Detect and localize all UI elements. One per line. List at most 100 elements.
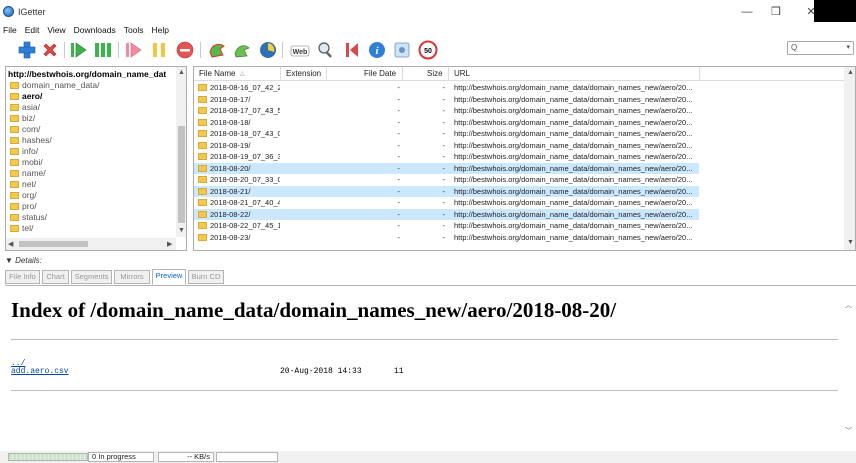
tab-chart[interactable]: Chart (42, 270, 69, 284)
table-row[interactable]: 2018-08-22/- - http://bestwhois.org/domain… (194, 208, 699, 220)
folder-tree[interactable]: http://bestwhois.org/domain_name_dat dom… (5, 66, 187, 251)
tab-file-info[interactable]: File Info (5, 270, 40, 284)
search-input[interactable]: Q ▾ (787, 41, 854, 55)
speed-limit-icon[interactable]: 50 (418, 40, 438, 60)
column-divider[interactable] (326, 67, 327, 81)
chevron-down-icon[interactable]: ▾ (846, 43, 850, 51)
column-divider[interactable] (280, 67, 281, 81)
tree-item[interactable]: asia/ (10, 102, 40, 112)
table-row[interactable]: 2018-08-19/- - http://bestwhois.org/domain… (194, 140, 699, 151)
web-icon[interactable]: Web (290, 40, 310, 60)
status-extra (216, 452, 278, 462)
column-file-name[interactable]: File Name (199, 69, 235, 78)
tab-burn-cd[interactable]: Burn CD (188, 270, 224, 284)
scroll-up-icon[interactable]: ▲ (178, 69, 185, 76)
folder-icon (198, 164, 207, 172)
menu-file[interactable]: File (0, 24, 21, 37)
tree-root-url[interactable]: http://bestwhois.org/domain_name_dat (8, 69, 166, 79)
options-icon[interactable] (392, 40, 412, 60)
tree-item[interactable]: info/ (10, 146, 38, 156)
tree-item[interactable]: mobi/ (10, 157, 43, 167)
menu-downloads[interactable]: Downloads (70, 24, 120, 37)
folder-icon (10, 81, 19, 89)
folder-icon (198, 95, 207, 103)
scroll-down-icon[interactable]: ▼ (178, 227, 185, 234)
tab-preview[interactable]: Preview (152, 269, 186, 285)
menu-help[interactable]: Help (148, 24, 173, 37)
tree-horizontal-scrollbar[interactable]: ◀ ▶ (6, 238, 176, 250)
tree-item[interactable]: biz/ (10, 113, 35, 123)
table-row[interactable]: 2018-08-23/- - http://bestwhois.org/domain… (194, 232, 699, 243)
scroll-up-icon[interactable]: ▲ (847, 69, 854, 76)
scroll-down-icon[interactable]: ﹀ (845, 426, 852, 436)
scheduler-icon[interactable] (207, 40, 227, 60)
table-row[interactable]: 2018-08-18_07_43_06/--http://bestwhois.o… (194, 128, 699, 139)
minimize-button[interactable]: — (731, 2, 763, 22)
preview-scrollbar[interactable]: ︿ ﹀ (841, 286, 856, 446)
cell-file-date: - (397, 152, 401, 161)
table-row[interactable]: 2018-08-19_07_36_36/--http://bestwhois.o… (194, 151, 699, 162)
cell-url: http://bestwhois.org/domain_name_data/do… (454, 117, 693, 127)
table-row[interactable]: 2018-08-17/- - http://bestwhois.org/domain… (194, 94, 699, 105)
table-row[interactable]: 2018-08-21_07_40_41/--http://bestwhois.o… (194, 197, 699, 208)
tree-item[interactable]: tel/ (10, 223, 33, 233)
scroll-thumb[interactable] (19, 241, 88, 247)
tree-item[interactable]: hashes/ (10, 135, 52, 145)
column-url[interactable]: URL (454, 69, 470, 78)
folder-icon (198, 233, 207, 241)
table-row[interactable]: 2018-08-21/- - http://bestwhois.org/domain… (194, 185, 699, 197)
scroll-thumb[interactable] (178, 126, 185, 223)
table-row[interactable]: 2018-08-16_07_42_29/--http://bestwhois.o… (194, 82, 699, 93)
file-link[interactable]: add.aero.csv (11, 367, 69, 376)
tree-item[interactable]: com/ (10, 124, 40, 134)
tree-item[interactable]: org/ (10, 190, 37, 200)
details-toggle[interactable]: ▼ Details: (5, 256, 42, 265)
file-list[interactable]: File Name △ Extension File Date Size URL… (193, 66, 856, 251)
menu-edit[interactable]: Edit (21, 24, 44, 37)
search-icon[interactable] (316, 40, 336, 60)
cell-url: http://bestwhois.org/domain_name_data/do… (454, 221, 693, 230)
tree-item[interactable]: domain_name_data/ (10, 80, 100, 90)
add-icon[interactable] (17, 40, 37, 60)
column-divider[interactable] (448, 67, 449, 81)
tree-item-selected[interactable]: aero/ (10, 91, 42, 101)
table-row[interactable]: 2018-08-18/- - http://bestwhois.org/domain… (194, 117, 699, 128)
tab-mirrors[interactable]: Mirrors (114, 270, 150, 284)
toolbar-separator (200, 42, 201, 58)
menu-view[interactable]: View (43, 24, 69, 37)
delete-icon[interactable] (40, 40, 60, 60)
resume-icon[interactable] (123, 40, 143, 60)
pause-icon[interactable] (149, 40, 169, 60)
scroll-up-icon[interactable]: ︿ (845, 300, 852, 310)
tree-vertical-scrollbar[interactable]: ▲ ▼ (176, 67, 186, 237)
table-row[interactable]: 2018-08-17_07_43_57/--http://bestwhois.o… (194, 105, 699, 116)
column-divider[interactable] (699, 67, 700, 81)
start-all-icon[interactable] (93, 40, 113, 60)
tree-item[interactable]: net/ (10, 179, 36, 189)
scroll-left-icon[interactable]: ◀ (8, 240, 13, 248)
column-extension[interactable]: Extension (286, 69, 321, 78)
file-list-scrollbar[interactable]: ▲ ▼ (844, 67, 855, 250)
speed-icon[interactable] (258, 40, 278, 60)
info-icon[interactable]: i (367, 40, 387, 60)
maximize-button[interactable]: ❒ (760, 2, 792, 22)
stop-icon[interactable] (175, 40, 195, 60)
cell-file-name: 2018-08-21_07_40_41/ (210, 198, 280, 207)
cell-size: - (442, 163, 446, 173)
tab-segments[interactable]: Segments (71, 270, 112, 284)
table-row[interactable]: 2018-08-20_07_33_00/--http://bestwhois.o… (194, 174, 699, 185)
tree-item[interactable]: name/ (10, 168, 46, 178)
scroll-right-icon[interactable]: ▶ (167, 240, 172, 248)
table-row[interactable]: 2018-08-20/- - http://bestwhois.org/domain… (194, 162, 699, 174)
table-row[interactable]: 2018-08-22_07_45_14/--http://bestwhois.o… (194, 220, 699, 231)
column-divider[interactable] (402, 67, 403, 81)
tree-item[interactable]: status/ (10, 212, 47, 222)
start-icon[interactable] (68, 40, 88, 60)
first-icon[interactable] (342, 40, 362, 60)
site-manager-icon[interactable] (232, 40, 252, 60)
column-file-date[interactable]: File Date (364, 69, 396, 78)
menu-tools[interactable]: Tools (120, 24, 148, 37)
scroll-down-icon[interactable]: ▼ (847, 239, 854, 246)
column-size[interactable]: Size (427, 69, 443, 78)
tree-item[interactable]: pro/ (10, 201, 37, 211)
